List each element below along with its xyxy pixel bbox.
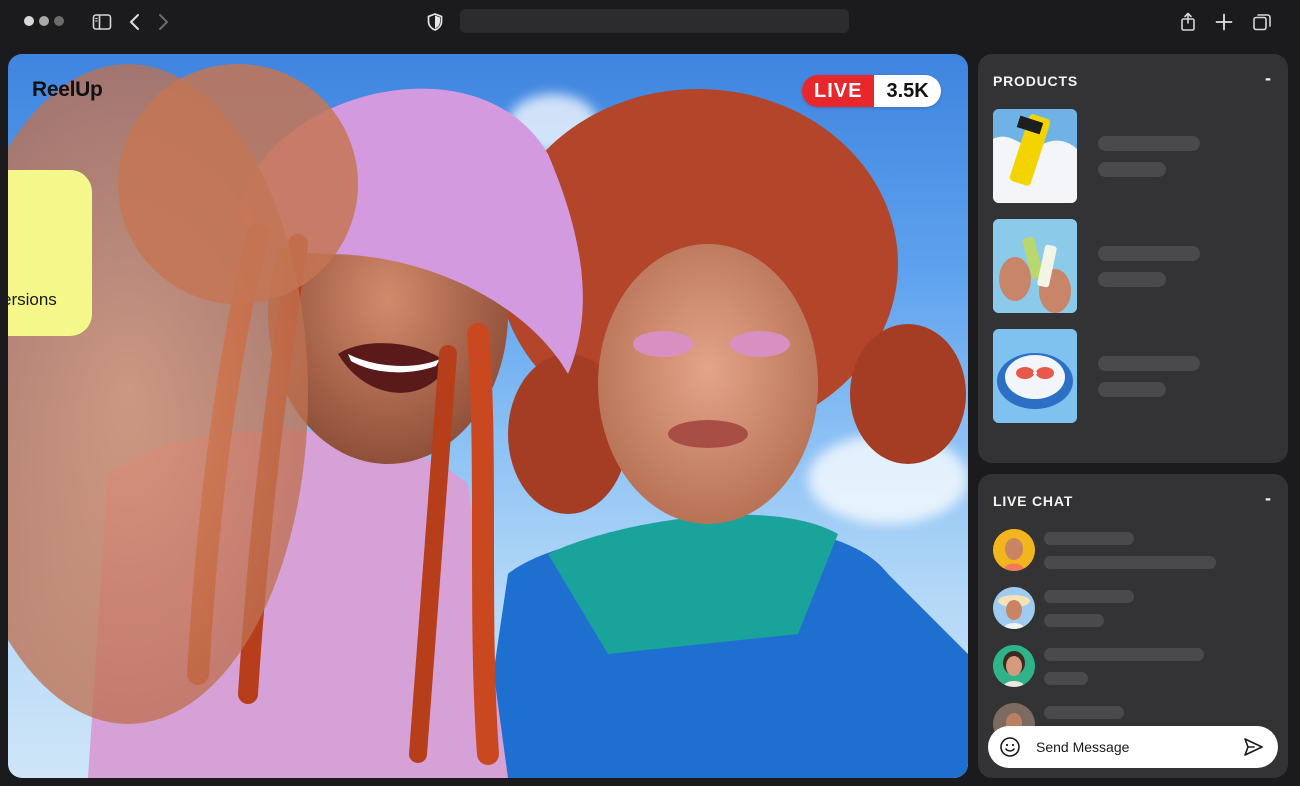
address-bar[interactable]	[460, 9, 849, 33]
product-thumb-sunscreen[interactable]	[993, 109, 1077, 203]
shield-icon[interactable]	[424, 11, 446, 33]
chat-avatar[interactable]	[993, 645, 1035, 687]
share-icon[interactable]	[1177, 11, 1199, 33]
chat-title: LIVE CHAT	[993, 493, 1074, 509]
product-price-placeholder	[1098, 382, 1166, 397]
sidebar-icon[interactable]	[91, 11, 113, 33]
stats-card-text: ersions	[8, 290, 57, 309]
forward-icon[interactable]	[152, 11, 174, 33]
products-collapse-button[interactable]: -	[1265, 68, 1271, 89]
chat-username-placeholder	[1044, 648, 1204, 661]
avatar-portrait	[993, 645, 1035, 687]
product-price-placeholder	[1098, 162, 1166, 177]
live-status-badge: LIVE 3.5K	[802, 75, 941, 107]
chat-message-placeholder	[1044, 614, 1104, 627]
chat-input[interactable]: Send Message	[988, 726, 1278, 768]
product-thumb-sunglasses[interactable]	[993, 329, 1077, 423]
live-video-player[interactable]: ReelUp LIVE 3.5K ersions	[8, 54, 968, 778]
chat-message-placeholder	[1044, 556, 1216, 569]
back-icon[interactable]	[124, 11, 146, 33]
product-price-placeholder	[1098, 272, 1166, 287]
avatar-portrait	[993, 587, 1035, 629]
stats-card: ersions	[8, 170, 92, 336]
window-controls[interactable]	[24, 16, 64, 26]
chat-username-placeholder	[1044, 590, 1134, 603]
sunglasses-image	[993, 329, 1077, 423]
browser-toolbar	[0, 0, 1300, 44]
product-name-placeholder	[1098, 136, 1200, 151]
product-name-placeholder	[1098, 246, 1200, 261]
live-chat-panel: LIVE CHAT - Send Message	[978, 474, 1288, 778]
tabs-overview-icon[interactable]	[1251, 11, 1273, 33]
bottles-image	[993, 219, 1077, 313]
sunscreen-image	[993, 109, 1077, 203]
chat-input-placeholder: Send Message	[1036, 739, 1130, 755]
chat-avatar[interactable]	[993, 587, 1035, 629]
chat-collapse-button[interactable]: -	[1265, 488, 1271, 509]
brand-logo: ReelUp	[32, 78, 103, 101]
zoom-dot[interactable]	[54, 16, 64, 26]
new-tab-icon[interactable]	[1213, 11, 1235, 33]
product-thumb-bottles[interactable]	[993, 219, 1077, 313]
product-name-placeholder	[1098, 356, 1200, 371]
products-panel: PRODUCTS -	[978, 54, 1288, 463]
avatar-portrait	[993, 529, 1035, 571]
chat-message-placeholder	[1044, 672, 1088, 685]
chat-username-placeholder	[1044, 706, 1124, 719]
chat-avatar[interactable]	[993, 529, 1035, 571]
live-label: LIVE	[802, 75, 875, 107]
close-dot[interactable]	[24, 16, 34, 26]
stream-scene-illustration	[8, 64, 968, 778]
emoji-icon[interactable]	[999, 736, 1021, 758]
viewer-count: 3.5K	[874, 75, 941, 107]
products-title: PRODUCTS	[993, 73, 1078, 89]
send-icon[interactable]	[1242, 736, 1264, 758]
minimize-dot[interactable]	[39, 16, 49, 26]
chat-username-placeholder	[1044, 532, 1134, 545]
